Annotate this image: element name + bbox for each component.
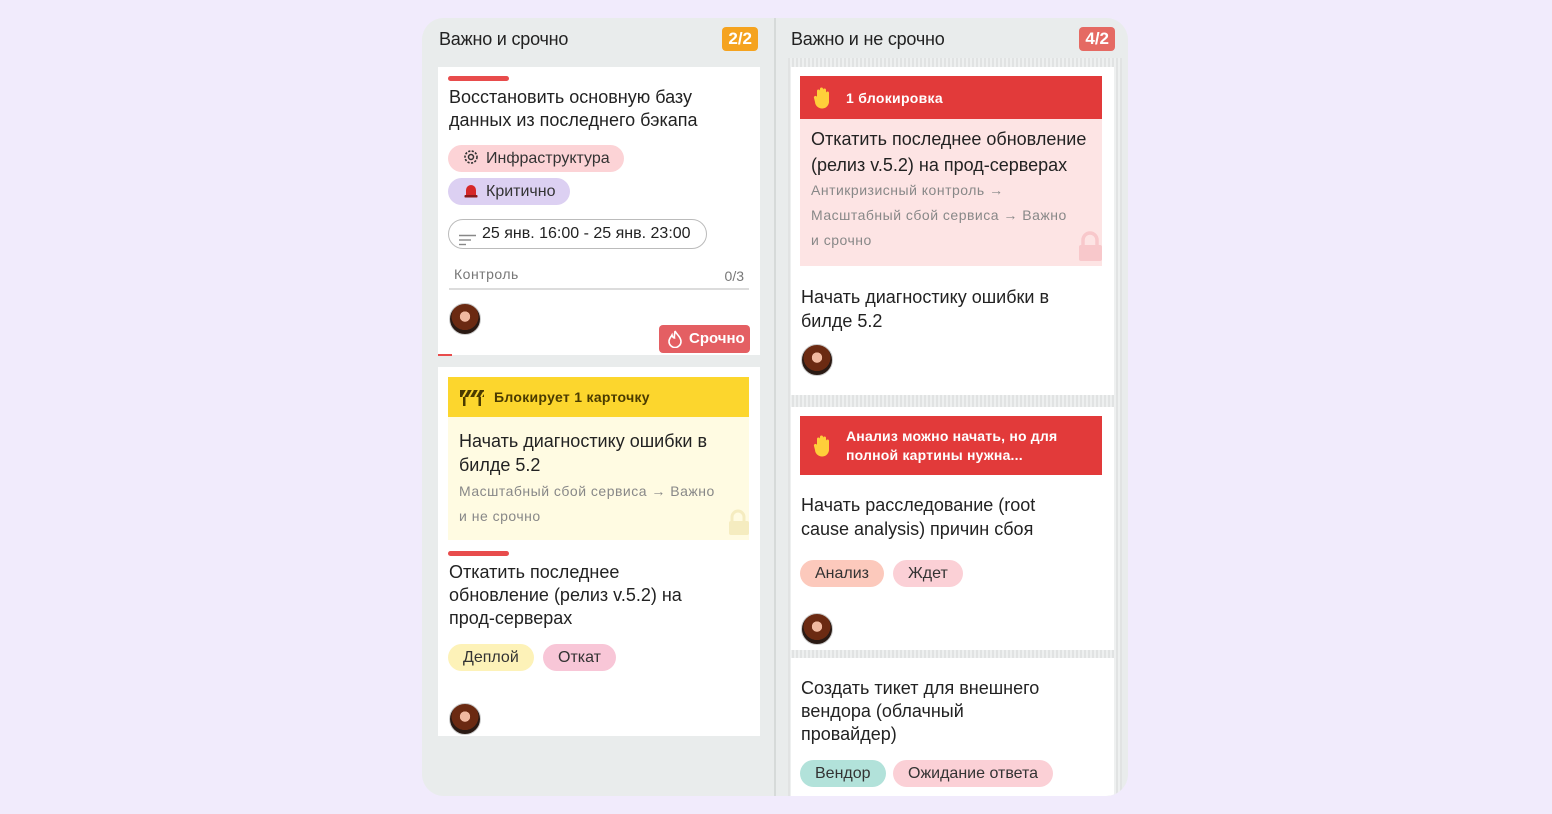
- tag-critical[interactable]: Критично: [448, 178, 570, 205]
- priority-bar: [448, 76, 509, 81]
- card[interactable]: Анализ можно начать, но для полной карти…: [791, 407, 1114, 650]
- kanban-board: Важно и срочно 2/2 Восстановить основную…: [422, 18, 1128, 796]
- card-title: Начать расследование (root cause analysi…: [801, 495, 1036, 539]
- blocker-card-title: Откатить последнее обновление (релиз v.5…: [811, 129, 1087, 175]
- blocked-banner: Анализ можно начать, но для полной карти…: [800, 416, 1102, 475]
- card[interactable]: Создать тикет для внешнего вендора (обла…: [791, 658, 1114, 796]
- blocked-banner: 1 блокировка: [800, 76, 1102, 119]
- card-title: Создать тикет для внешнего вендора (обла…: [801, 678, 1040, 744]
- card-title: Начать диагностику ошибки в билде 5.2: [801, 287, 1050, 331]
- blocker-card-preview[interactable]: Откатить последнее обновление (релиз v.5…: [800, 119, 1102, 266]
- tag-analysis[interactable]: Анализ: [800, 560, 885, 587]
- tag-infrastructure[interactable]: Инфраструктура: [448, 145, 624, 172]
- lock-icon: [727, 509, 749, 540]
- filter-lines-icon: [459, 228, 476, 255]
- tag-waiting[interactable]: Ждет: [893, 560, 963, 587]
- avatar[interactable]: [449, 303, 481, 335]
- card[interactable]: 1 блокировка Откатить последнее обновлен…: [791, 67, 1114, 395]
- blocker-card-path: Антикризисный контроль → Масштабный сбой…: [811, 182, 1067, 248]
- siren-icon: [462, 181, 480, 199]
- avatar[interactable]: [801, 344, 833, 376]
- lock-icon: [1076, 231, 1102, 266]
- card[interactable]: Восстановить основную базу данных из пос…: [438, 67, 760, 355]
- column-card-count: 4/2: [1079, 27, 1115, 51]
- blocked-card-title: Начать диагностику ошибки в билде 5.2: [459, 431, 708, 475]
- column-title: Важно и срочно: [439, 29, 569, 49]
- urgent-badge[interactable]: Срочно: [659, 325, 750, 353]
- priority-bar: [448, 551, 509, 556]
- tag-vendor[interactable]: Вендор: [800, 760, 886, 787]
- card-title: Откатить последнее обновление (релиз v.5…: [449, 562, 682, 628]
- hand-stop-icon: [813, 434, 833, 463]
- hand-stop-icon: [813, 86, 833, 115]
- gear-icon: [462, 148, 480, 166]
- date-range-chip[interactable]: 25 янв. 16:00 - 25 янв. 23:00: [448, 219, 707, 249]
- column-important-urgent: Важно и срочно 2/2 Восстановить основную…: [422, 18, 774, 796]
- column-important-not-urgent: Важно и не срочно 4/2 1 блокировка Откат…: [776, 18, 1128, 796]
- avatar[interactable]: [449, 703, 481, 735]
- card[interactable]: Блокирует 1 карточку Начать диагностику …: [438, 367, 760, 736]
- fire-icon: [668, 330, 682, 358]
- checklist-count: 0/3: [724, 268, 744, 284]
- avatar[interactable]: [801, 613, 833, 645]
- barrier-icon: [460, 388, 485, 411]
- blocks-banner: Блокирует 1 карточку: [448, 377, 749, 417]
- column-card-count: 2/2: [722, 27, 758, 51]
- blocked-card-path: Масштабный сбой сервиса → Важно и не сро…: [459, 483, 715, 524]
- drop-indicator: [438, 354, 452, 356]
- column-title: Важно и не срочно: [791, 29, 945, 49]
- checklist-label: Контроль: [454, 266, 519, 282]
- tag-deploy[interactable]: Деплой: [448, 644, 534, 671]
- blocked-card-preview[interactable]: Начать диагностику ошибки в билде 5.2 Ма…: [448, 417, 749, 540]
- card-title: Восстановить основную базу данных из пос…: [449, 87, 698, 130]
- tag-awaiting-reply[interactable]: Ожидание ответа: [893, 760, 1054, 787]
- checklist-progress: [449, 288, 749, 290]
- tag-rollback[interactable]: Откат: [543, 644, 616, 671]
